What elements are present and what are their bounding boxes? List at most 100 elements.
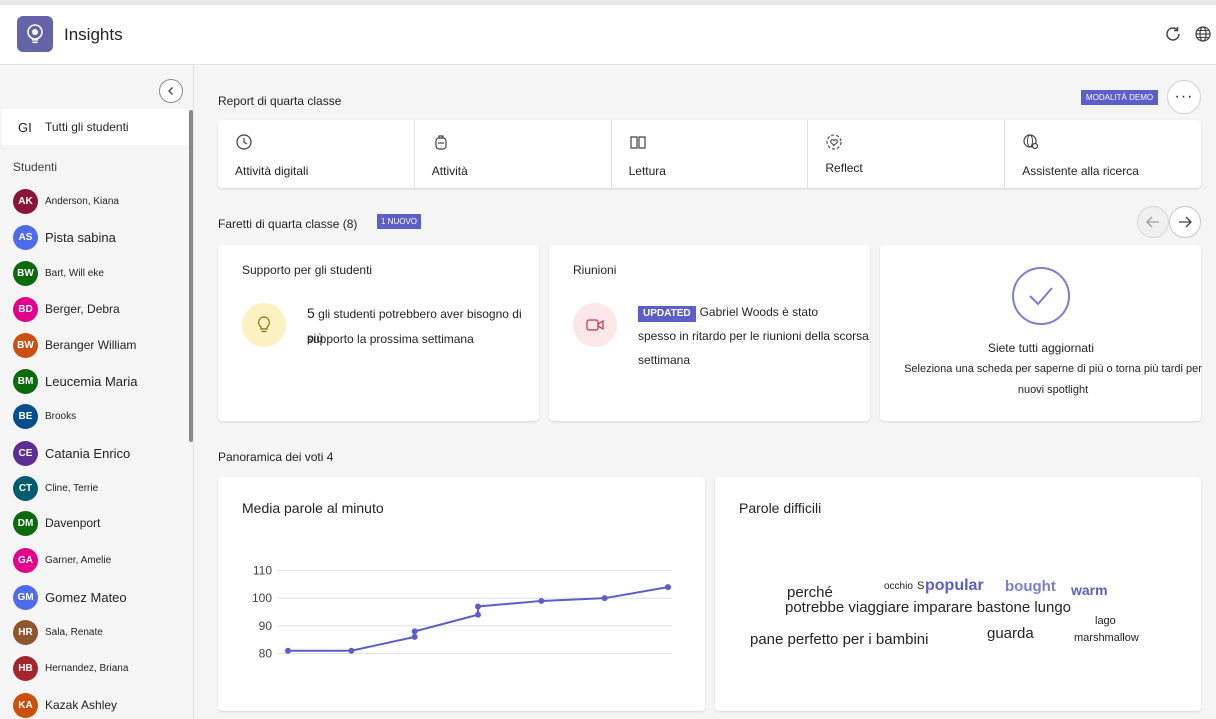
all-students-label: Tutti gli studenti xyxy=(45,120,129,134)
student-item[interactable]: BW Bart, Will eke xyxy=(13,260,104,286)
student-item[interactable]: BM Leucemia Maria xyxy=(13,368,138,394)
heart-icon xyxy=(826,134,842,150)
spotlight-card-student-support[interactable]: Supporto per gli studenti 5 gli studenti… xyxy=(218,245,539,421)
lightbulb-icon xyxy=(242,303,286,347)
checkmark-icon xyxy=(1012,267,1070,325)
student-item[interactable]: CE Catania Enrico xyxy=(13,440,130,466)
report-tab-label: Assistente alla ricerca xyxy=(1022,164,1139,178)
sidebar-item-all-students[interactable]: GI Tutti gli studenti xyxy=(2,109,188,145)
student-name: Davenport xyxy=(45,516,101,530)
word-cloud-item[interactable]: S xyxy=(917,580,924,592)
student-name: Anderson, Kiana xyxy=(45,195,119,207)
next-button[interactable] xyxy=(1169,206,1201,238)
demo-mode-badge: MODALITÀ DEMO xyxy=(1081,90,1159,105)
student-item[interactable]: GA Garner, Amelie xyxy=(13,547,111,573)
previous-button[interactable] xyxy=(1137,206,1169,238)
data-point[interactable] xyxy=(475,603,481,610)
difficult-words-card[interactable]: Parole difficili perché occhio S popular… xyxy=(715,477,1201,711)
data-point[interactable] xyxy=(475,611,481,618)
lightbulb-icon xyxy=(17,16,53,52)
data-point[interactable] xyxy=(665,584,671,591)
word-cloud-item[interactable]: marshmallow xyxy=(1074,632,1139,644)
report-tab-activity[interactable]: Attività xyxy=(415,120,612,188)
data-point[interactable] xyxy=(285,647,291,654)
student-name: Beranger William xyxy=(45,338,137,352)
arrow-right-icon xyxy=(1179,216,1192,228)
data-point[interactable] xyxy=(538,597,545,604)
avatar: BD xyxy=(13,296,38,322)
word-cloud-item[interactable]: occhio xyxy=(884,581,913,592)
spotlight-card-caught-up: Siete tutti aggiornati Seleziona una sch… xyxy=(880,245,1202,421)
refresh-icon[interactable] xyxy=(1162,23,1184,45)
globe-search-icon xyxy=(1023,134,1039,150)
avatar: GA xyxy=(13,547,38,573)
avatar: KA xyxy=(13,692,38,718)
student-item[interactable]: DM Davenport xyxy=(13,510,100,536)
series-line xyxy=(288,586,669,652)
report-tab-reflect[interactable]: Reflect xyxy=(808,120,1006,188)
student-item[interactable]: BD Berger, Debra xyxy=(13,296,120,322)
student-name: Leucemia Maria xyxy=(45,373,138,389)
student-name: Hernandez, Briana xyxy=(45,662,129,674)
data-point[interactable] xyxy=(601,595,608,602)
student-item[interactable]: HR Sala, Renate xyxy=(13,619,103,645)
sidebar-scrollbar[interactable] xyxy=(189,110,193,442)
main-content: Report di quarta classe MODALITÀ DEMO ··… xyxy=(194,65,1216,719)
collapse-sidebar-button[interactable] xyxy=(159,79,183,103)
app-title: Insights xyxy=(64,25,123,44)
word-cloud-item[interactable]: guarda xyxy=(987,625,1034,642)
report-tab-label: Lettura xyxy=(628,164,666,178)
avatar: HR xyxy=(13,619,38,645)
student-item[interactable]: CT Cline, Terrie xyxy=(13,475,98,501)
student-item[interactable]: BE Brooks xyxy=(13,403,76,429)
word-cloud-item[interactable]: bought xyxy=(1005,578,1056,595)
y-tick-label: 80 xyxy=(259,646,273,660)
student-item[interactable]: AK Anderson, Kiana xyxy=(13,188,119,214)
wpm-chart-card[interactable]: Media parole al minuto 80 90 100 110 xyxy=(218,477,705,711)
data-point[interactable] xyxy=(348,647,355,654)
report-tab-search-coach[interactable]: Assistente alla ricerca xyxy=(1005,120,1201,188)
data-point[interactable] xyxy=(411,633,418,640)
student-item[interactable]: BW Beranger William xyxy=(13,332,136,358)
report-tab-reading[interactable]: Lettura xyxy=(612,120,809,188)
new-badge: 1 NUOVO xyxy=(377,214,422,229)
student-name: Cline, Terrie xyxy=(45,482,99,494)
report-tab-digital-activity[interactable]: Attività digitali xyxy=(218,120,415,188)
caught-up-text-2: nuovi spotlight xyxy=(1017,384,1089,396)
word-cloud-item[interactable]: pane perfetto per i bambini xyxy=(750,631,928,648)
student-name: Garner, Amelie xyxy=(45,554,112,566)
word-cloud-item[interactable]: popular xyxy=(925,577,984,595)
reports-title: Report di quarta classe xyxy=(218,94,342,108)
caught-up-title: Siete tutti aggiornati xyxy=(987,341,1095,355)
student-item[interactable]: KA Kazak Ashley xyxy=(13,692,117,718)
report-tab-label: Attività xyxy=(431,164,468,178)
more-options-button[interactable]: ··· xyxy=(1167,80,1201,114)
spotlight-card-meetings[interactable]: Riunioni UPDATED Gabriel Woods è stato sp… xyxy=(549,245,870,421)
clock-icon xyxy=(236,134,252,150)
avatar: AK xyxy=(13,188,38,214)
meetings-text-line-1: UPDATED Gabriel Woods è stato xyxy=(638,300,818,324)
student-name: Gomez Mateo xyxy=(45,589,127,605)
wpm-line-chart: 80 90 100 110 xyxy=(252,564,672,660)
video-camera-icon xyxy=(573,303,617,347)
sidebar: GI Tutti gli studenti Studenti AK Anderso… xyxy=(0,65,194,719)
meetings-text-2: spesso in ritardo per le riunioni della … xyxy=(638,329,869,367)
word-cloud-item[interactable]: potrebbe viaggiare imparare bastone lung… xyxy=(785,599,1071,616)
y-tick-label: 110 xyxy=(253,564,272,578)
globe-icon[interactable] xyxy=(1192,23,1214,45)
report-tab-label: Attività digitali xyxy=(235,164,309,178)
support-text-2: supporto la prossima settimana xyxy=(307,332,474,346)
student-name: Berger, Debra xyxy=(45,302,120,316)
word-cloud-item[interactable]: warm xyxy=(1071,582,1108,598)
word-cloud-item[interactable]: lago xyxy=(1095,615,1116,627)
student-item[interactable]: GM Gomez Mateo xyxy=(13,584,127,610)
card-title: Parole difficili xyxy=(739,500,822,516)
avatar: BW xyxy=(13,260,38,286)
card-title: Riunioni xyxy=(573,263,617,277)
student-name: Pista sabina xyxy=(45,229,116,245)
student-item[interactable]: HB Hernandez, Briana xyxy=(13,655,128,681)
data-point[interactable] xyxy=(411,628,418,635)
meetings-text-1: Gabriel Woods è stato xyxy=(699,305,819,319)
student-item[interactable]: AS Pista sabina xyxy=(13,224,116,250)
y-tick-label: 90 xyxy=(259,619,273,633)
